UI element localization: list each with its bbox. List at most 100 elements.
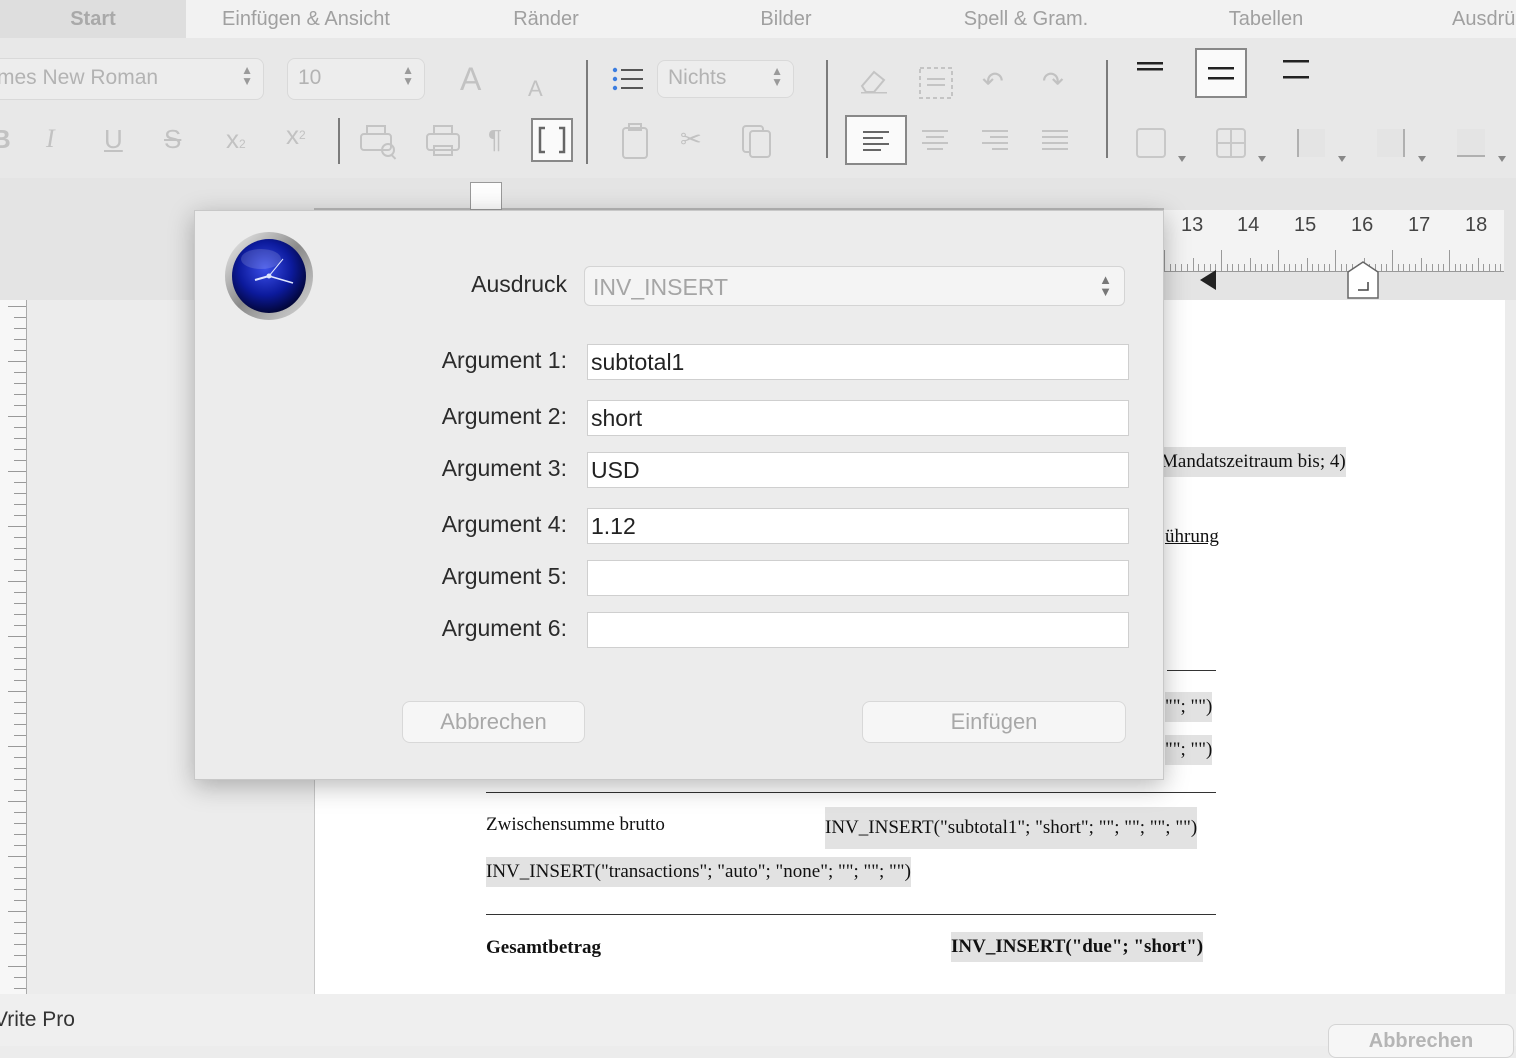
argument-4-input[interactable]	[587, 508, 1129, 544]
redo-icon[interactable]: ↷	[1042, 66, 1064, 96]
font-size-select[interactable]: 10 ▲ ▼	[287, 58, 425, 100]
tab-bilder[interactable]: Bilder	[666, 0, 906, 38]
argument-1-input[interactable]	[587, 344, 1129, 380]
tab-raender[interactable]: Ränder	[426, 0, 666, 38]
align-center-icon[interactable]	[922, 128, 948, 158]
tab-einfuegen-ansicht[interactable]: Einfügen & Ansicht	[186, 0, 426, 38]
vruler-tick	[14, 900, 26, 901]
tab-bar: Start Einfügen & Ansicht Ränder Bilder S…	[0, 0, 1516, 38]
vruler-tick	[14, 944, 26, 945]
vruler-tick	[8, 581, 26, 582]
tab-tabellen[interactable]: Tabellen	[1146, 0, 1386, 38]
vruler-tick	[14, 537, 26, 538]
select-icon[interactable]	[918, 66, 954, 106]
print-icon[interactable]	[424, 122, 462, 164]
background-cancel-button[interactable]: Abbrechen	[1328, 1024, 1514, 1058]
argument-3-input[interactable]	[587, 452, 1129, 488]
print-preview-icon[interactable]	[358, 122, 400, 166]
vruler-tick	[8, 856, 26, 857]
argument-5-input[interactable]	[587, 560, 1129, 596]
expression-select[interactable]: INV_INSERT ▲ ▼	[584, 266, 1125, 306]
stepper-arrows-icon: ▲ ▼	[241, 63, 253, 88]
argument-3-label: Argument 3:	[441, 455, 567, 481]
vruler-tick	[14, 845, 26, 846]
vruler-tick	[8, 361, 26, 362]
align-right-icon[interactable]	[982, 128, 1008, 158]
list-icon[interactable]	[612, 66, 644, 98]
shrink-font-icon[interactable]: A	[528, 74, 543, 104]
ruler-first-indent-marker[interactable]	[470, 182, 502, 210]
line-spacing-medium-icon[interactable]	[1195, 48, 1247, 98]
ruler-tick	[1278, 250, 1279, 272]
insert-button[interactable]: Einfügen	[862, 701, 1126, 743]
status-bar: Vrite Pro	[0, 994, 1516, 1046]
vruler-tick	[8, 526, 26, 527]
tab-stop-marker[interactable]	[1346, 260, 1380, 300]
copy-icon[interactable]	[740, 122, 774, 166]
vruler-tick	[14, 955, 26, 956]
transactions-field[interactable]: INV_INSERT("transactions"; "auto"; "none…	[486, 857, 911, 887]
line-spacing-double-icon[interactable]	[1282, 52, 1310, 90]
border-left-icon[interactable]	[1294, 126, 1352, 172]
row1-field-end[interactable]: ""; "")	[1165, 692, 1213, 722]
argument-5-label: Argument 5:	[441, 563, 567, 589]
vruler-tick	[14, 394, 26, 395]
bold-button[interactable]: B	[0, 124, 11, 154]
align-left-button[interactable]	[845, 115, 907, 165]
list-style-select[interactable]: Nichts ▲ ▼	[657, 60, 794, 98]
border-none-icon[interactable]	[1134, 126, 1192, 172]
vruler-tick	[14, 339, 26, 340]
vruler-tick	[8, 691, 26, 692]
brackets-icon[interactable]	[531, 118, 573, 162]
undo-icon[interactable]: ↶	[982, 66, 1004, 96]
stepper-arrows-icon: ▲ ▼	[402, 63, 414, 88]
subscript-button[interactable]: x2	[226, 124, 246, 159]
gesamtbetrag-label: Gesamtbetrag	[486, 937, 602, 958]
underline-button[interactable]: U	[104, 124, 123, 154]
vruler-tick	[14, 867, 26, 868]
cancel-button[interactable]: Abbrechen	[402, 701, 585, 743]
subscript-label: x	[226, 124, 239, 154]
right-indent-marker[interactable]	[1200, 270, 1216, 290]
separator	[826, 60, 828, 158]
ruler-number: 16	[1351, 214, 1374, 236]
pilcrow-icon[interactable]: ¶	[488, 124, 502, 154]
vruler-tick	[14, 504, 26, 505]
font-name-select[interactable]: mes New Roman ▲ ▼	[0, 58, 264, 100]
vruler-tick	[14, 922, 26, 923]
clipboard-icon[interactable]	[620, 122, 650, 166]
vruler-tick	[14, 757, 26, 758]
line-spacing-single-icon[interactable]	[1136, 52, 1164, 82]
zwischensumme-field[interactable]: INV_INSERT("subtotal1"; "short"; ""; "";…	[825, 807, 1198, 849]
scissors-icon[interactable]: ✂	[680, 124, 702, 154]
vruler-tick	[8, 306, 26, 307]
horizontal-ruler[interactable]: 13 14 15 16 17 18	[1162, 210, 1504, 272]
mandat-field[interactable]: Mandatszeitraum bis; 4)	[1161, 447, 1346, 477]
vruler-tick	[14, 383, 26, 384]
row2-field-end[interactable]: ""; "")	[1165, 735, 1213, 765]
separator	[1106, 60, 1108, 158]
italic-button[interactable]: I	[46, 124, 55, 154]
grow-font-icon[interactable]: A	[460, 63, 481, 95]
gesamtbetrag-field[interactable]: INV_INSERT("due"; "short")	[951, 932, 1204, 962]
tab-ausdruecke[interactable]: Ausdrü	[1386, 0, 1516, 38]
justify-icon[interactable]	[1042, 128, 1068, 158]
tab-start[interactable]: Start	[0, 0, 186, 38]
border-grid-icon[interactable]	[1214, 126, 1272, 172]
superscript-label: x	[286, 120, 299, 150]
vruler-tick	[14, 614, 26, 615]
eraser-icon[interactable]	[858, 66, 890, 100]
vruler-tick	[14, 427, 26, 428]
argument-6-input[interactable]	[587, 612, 1129, 648]
strikethrough-button[interactable]: S	[164, 124, 181, 154]
border-right-icon[interactable]	[1374, 126, 1432, 172]
vruler-tick	[14, 460, 26, 461]
border-bottom-icon[interactable]	[1454, 126, 1512, 172]
vruler-tick	[14, 559, 26, 560]
vruler-tick	[14, 603, 26, 604]
font-size-value: 10	[298, 66, 322, 89]
vruler-tick	[14, 482, 26, 483]
superscript-button[interactable]: x2	[286, 120, 306, 150]
argument-2-input[interactable]	[587, 400, 1129, 436]
tab-spell-gram[interactable]: Spell & Gram.	[906, 0, 1146, 38]
